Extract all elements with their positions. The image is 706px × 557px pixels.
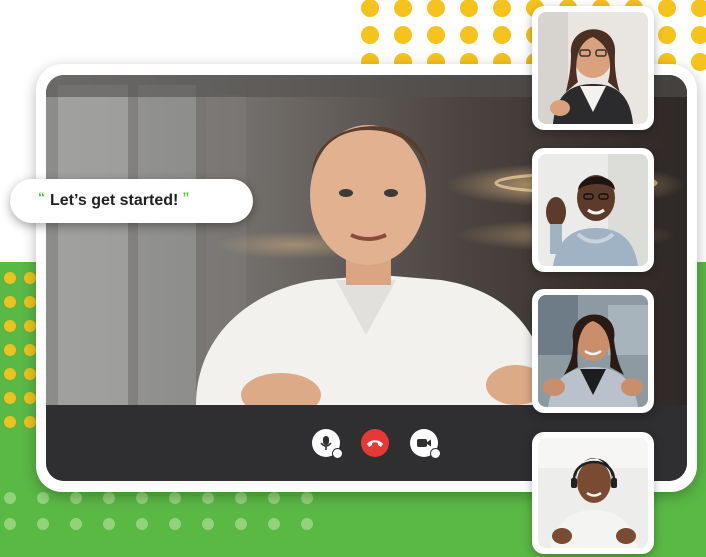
participant-tile-2[interactable] [532, 148, 654, 272]
decorative-dot [691, 0, 706, 17]
decorative-dot [361, 0, 379, 17]
speech-bubble: “ Let’s get started! ” [10, 179, 253, 223]
decorative-dot [658, 0, 676, 17]
decorative-dot [427, 26, 445, 44]
microphone-button[interactable] [312, 429, 343, 459]
decorative-dot [361, 26, 379, 44]
phone-hangup-icon [367, 440, 383, 447]
decorative-dot [427, 0, 445, 17]
participant-tile-3[interactable] [532, 289, 654, 413]
participant-man-waving-icon [538, 154, 648, 266]
decorative-dot [493, 26, 511, 44]
decorative-dot [493, 0, 511, 17]
decorative-dot [691, 53, 706, 71]
decorative-dot [460, 0, 478, 17]
participant-tile-4[interactable] [532, 432, 654, 554]
end-call-button[interactable] [361, 429, 389, 457]
mic-status-badge [332, 448, 343, 459]
participant-woman-headset-icon [538, 438, 648, 548]
participant-video-2 [538, 154, 648, 266]
participant-video-1 [538, 12, 648, 124]
decorative-dot [460, 26, 478, 44]
mic-icon [320, 436, 332, 450]
quote-close: ” [182, 189, 190, 205]
participant-video-4 [538, 438, 648, 548]
decorative-dot [691, 26, 706, 44]
participant-woman-blazer-icon [538, 295, 648, 407]
decorative-dot [658, 26, 676, 44]
camera-status-badge [430, 448, 441, 459]
participant-woman-glasses-icon [538, 12, 648, 124]
quote-open: “ [38, 189, 45, 205]
decorative-dot [394, 26, 412, 44]
main-video-feed [46, 75, 687, 481]
speech-bubble-text: Let’s get started! [50, 192, 179, 209]
participant-video-3 [538, 295, 648, 407]
participant-tile-1[interactable] [532, 6, 654, 130]
video-conference-illustration: “ Let’s get started! ” [0, 0, 706, 557]
decorative-dot [394, 0, 412, 17]
video-camera-icon [417, 439, 431, 447]
camera-button[interactable] [410, 429, 441, 459]
